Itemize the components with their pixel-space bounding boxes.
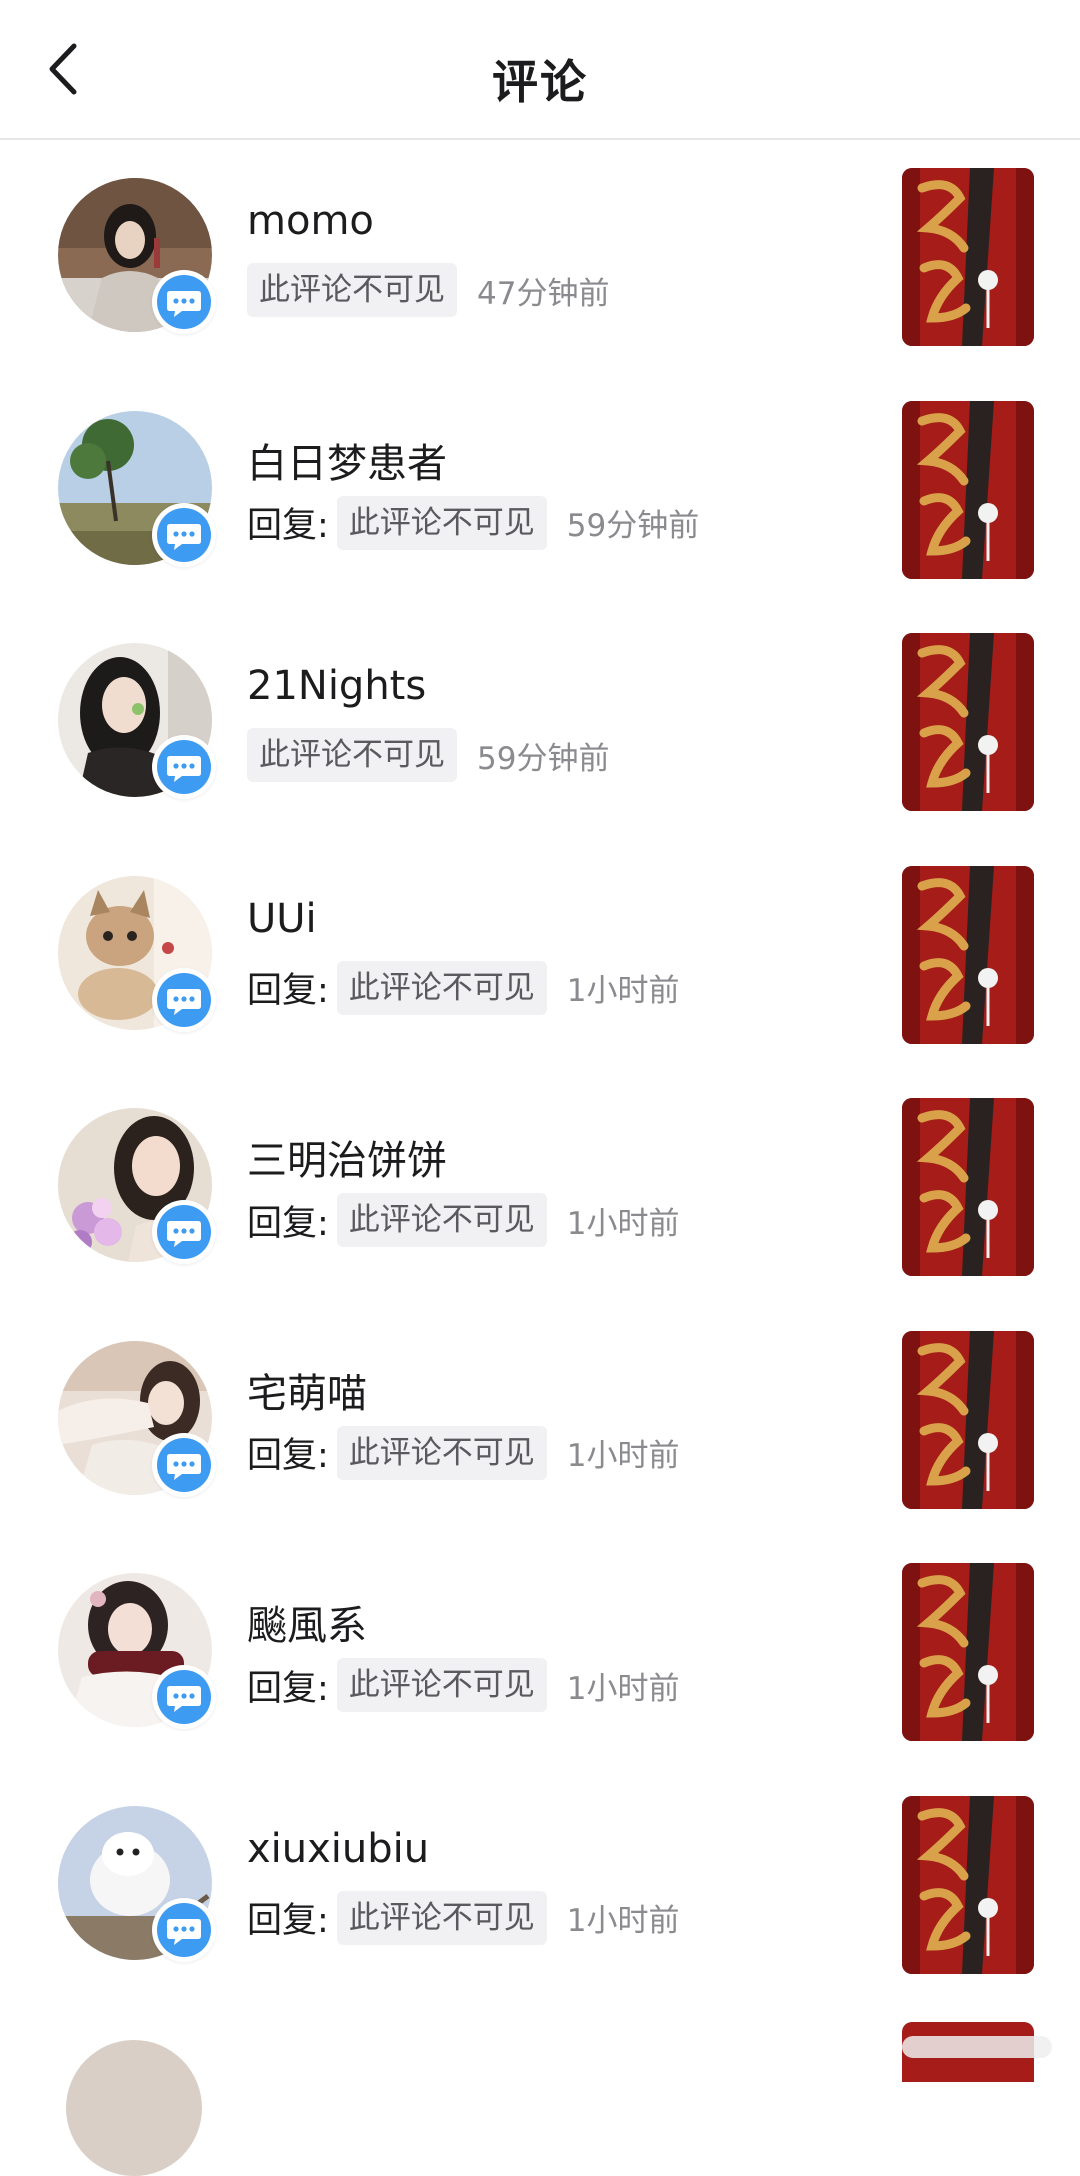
hidden-comment-chip[interactable]: 此评论不可见 (336, 1193, 547, 1247)
hidden-comment-chip[interactable]: 此评论不可见 (336, 1890, 547, 1945)
reply-label: 回复: (247, 1436, 329, 1476)
post-thumbnail[interactable] (902, 1795, 1034, 1974)
comment-bubble-icon (167, 1453, 201, 1480)
hidden-comment-chip[interactable]: 此评论不可见 (336, 495, 547, 550)
watermark-overlay (902, 2036, 1052, 2058)
comment-badge (152, 735, 216, 799)
comment-meta: 回复: 此评论不可见 1小时前 (247, 1657, 680, 1713)
reply-label: 回复: (247, 971, 329, 1011)
comment-bubble-icon (167, 988, 201, 1015)
comment-bubble-icon (167, 523, 201, 550)
comment-badge (152, 270, 216, 334)
comment-meta: 回复: 此评论不可见 1小时前 (247, 960, 680, 1016)
post-thumbnail[interactable] (902, 633, 1034, 811)
user-name[interactable]: xiuxiubiu (247, 1826, 429, 1872)
comment-badge (152, 967, 216, 1032)
comment-badge (152, 1432, 216, 1497)
timestamp: 1小时前 (566, 1903, 680, 1939)
user-name[interactable]: 21Nights (247, 663, 426, 709)
hidden-comment-chip[interactable]: 此评论不可见 (247, 263, 457, 317)
post-thumbnail[interactable] (902, 400, 1034, 579)
comment-bubble-icon (167, 1686, 201, 1712)
post-thumbnail[interactable] (902, 1563, 1034, 1741)
comment-meta: 此评论不可见 59分钟前 (247, 727, 609, 783)
list-item[interactable]: 白日梦患者 回复: 此评论不可见 59分钟前 (0, 373, 1080, 606)
comment-notification-list: momo 此评论不可见 47分钟前 白日梦患者 回复: 此评论不可见 59分钟前… (0, 140, 1080, 2000)
list-item[interactable]: UUi 回复: 此评论不可见 1小时前 (0, 838, 1080, 1071)
timestamp: 1小时前 (566, 973, 680, 1009)
user-name[interactable]: 飈風系 (247, 1593, 367, 1651)
hidden-comment-chip[interactable]: 此评论不可见 (247, 728, 457, 782)
post-thumbnail[interactable] (902, 1330, 1034, 1509)
user-name[interactable]: 宅萌喵 (247, 1361, 367, 1419)
list-item[interactable]: 21Nights 此评论不可见 59分钟前 (0, 605, 1080, 838)
timestamp: 1小时前 (566, 1670, 680, 1707)
comment-badge (152, 1665, 216, 1729)
list-item[interactable]: 三明治饼饼 回复: 此评论不可见 1小时前 (0, 1070, 1080, 1303)
reply-label: 回复: (247, 506, 329, 546)
hidden-comment-chip[interactable]: 此评论不可见 (336, 1425, 547, 1480)
user-name[interactable]: momo (247, 198, 374, 244)
comment-meta: 回复: 此评论不可见 1小时前 (247, 1425, 680, 1481)
timestamp: 59分钟前 (566, 508, 700, 544)
comment-badge (152, 502, 216, 567)
comment-meta: 回复: 此评论不可见 59分钟前 (247, 495, 699, 551)
timestamp: 1小时前 (566, 1438, 680, 1474)
timestamp: 59分钟前 (477, 740, 610, 777)
comment-meta: 回复: 此评论不可见 1小时前 (247, 1192, 680, 1248)
comment-bubble-icon (167, 756, 201, 782)
comment-meta: 此评论不可见 47分钟前 (247, 262, 609, 318)
top-nav-bar: 评论 (0, 0, 1080, 140)
list-item[interactable]: 飈風系 回复: 此评论不可见 1小时前 (0, 1535, 1080, 1768)
list-item[interactable]: xiuxiubiu 回复: 此评论不可见 1小时前 (0, 1768, 1080, 2001)
user-name[interactable]: 三明治饼饼 (247, 1128, 447, 1186)
timestamp: 47分钟前 (477, 275, 610, 312)
comment-bubble-icon (167, 291, 201, 317)
comment-bubble-icon (167, 1221, 201, 1247)
reply-label: 回复: (247, 1203, 329, 1244)
comment-bubble-icon (167, 1918, 201, 1945)
hidden-comment-chip[interactable]: 此评论不可见 (336, 960, 547, 1015)
list-item[interactable]: momo 此评论不可见 47分钟前 (0, 140, 1080, 373)
avatar[interactable] (66, 2040, 202, 2176)
reply-label: 回复: (247, 1901, 329, 1941)
hidden-comment-chip[interactable]: 此评论不可见 (336, 1658, 547, 1712)
list-item[interactable]: 宅萌喵 回复: 此评论不可见 1小时前 (0, 1303, 1080, 1536)
comment-badge (152, 1200, 216, 1264)
timestamp: 1小时前 (566, 1205, 680, 1242)
post-thumbnail[interactable] (902, 1098, 1034, 1276)
post-thumbnail[interactable] (902, 865, 1034, 1044)
user-name[interactable]: UUi (247, 896, 317, 942)
comment-meta: 回复: 此评论不可见 1小时前 (247, 1890, 680, 1946)
comment-badge (152, 1897, 216, 1962)
reply-label: 回复: (247, 1668, 329, 1709)
page-title: 评论 (492, 55, 588, 109)
post-thumbnail[interactable] (902, 168, 1034, 346)
user-name[interactable]: 白日梦患者 (247, 431, 447, 489)
